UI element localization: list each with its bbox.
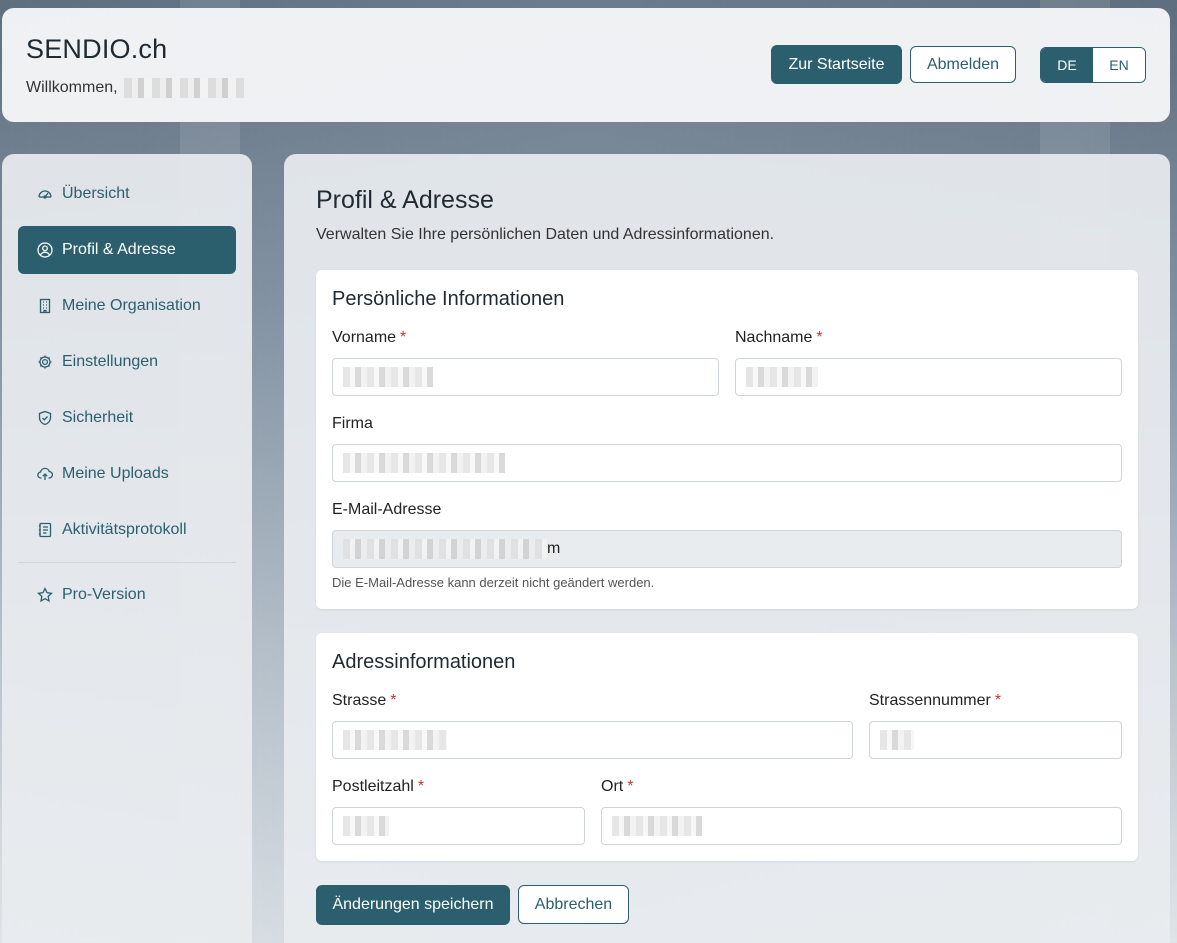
redacted-value bbox=[612, 816, 702, 836]
lang-en-button[interactable]: EN bbox=[1093, 48, 1145, 82]
redacted-value bbox=[343, 367, 433, 387]
ort-label-text: Ort bbox=[601, 778, 624, 795]
sidebar-item-label: Sicherheit bbox=[62, 409, 134, 426]
home-button[interactable]: Zur Startseite bbox=[771, 45, 902, 84]
required-marker: * bbox=[417, 778, 425, 795]
sidebar-item-label: Meine Uploads bbox=[62, 465, 169, 482]
sidebar-item-label: Übersicht bbox=[62, 185, 130, 202]
ort-label: Ort * bbox=[601, 778, 633, 796]
sidebar-item-label: Aktivitätsprotokoll bbox=[62, 521, 187, 538]
page-subtitle: Verwalten Sie Ihre persönlichen Daten un… bbox=[316, 226, 775, 243]
lang-de-button[interactable]: DE bbox=[1041, 48, 1093, 82]
personal-info-card: Persönliche Informationen Vorname * Nachn… bbox=[316, 270, 1138, 609]
email-suffix: m bbox=[547, 540, 561, 557]
journal-icon bbox=[36, 521, 54, 539]
cancel-button[interactable]: Abbrechen bbox=[518, 885, 629, 924]
page-title: Profil & Adresse bbox=[316, 186, 494, 214]
sidebar-item-uploads[interactable]: Meine Uploads bbox=[18, 450, 236, 498]
sidebar-divider bbox=[18, 562, 236, 563]
required-marker: * bbox=[400, 329, 407, 346]
welcome-label: Willkommen, bbox=[26, 79, 118, 96]
address-info-title: Adressinformationen bbox=[332, 651, 516, 673]
strassennummer-input[interactable] bbox=[869, 721, 1122, 759]
user-circle-icon bbox=[36, 241, 54, 259]
redacted-value bbox=[343, 539, 547, 559]
brand-title[interactable]: SENDIO.ch bbox=[26, 34, 167, 65]
sidebar-item-sicherheit[interactable]: Sicherheit bbox=[18, 394, 236, 442]
nachname-input[interactable] bbox=[735, 358, 1122, 396]
email-hint: Die E-Mail-Adresse kann derzeit nicht ge… bbox=[332, 575, 655, 590]
required-marker: * bbox=[627, 778, 634, 795]
sidebar: Übersicht Profil & Adresse Meine Organis… bbox=[2, 154, 252, 943]
redacted-username bbox=[123, 78, 244, 98]
language-switcher: DE EN bbox=[1040, 47, 1146, 83]
redacted-value bbox=[746, 367, 818, 387]
postleitzahl-label-text: Postleitzahl bbox=[332, 778, 414, 795]
email-input[interactable]: m bbox=[332, 530, 1122, 568]
vorname-label: Vorname * bbox=[332, 329, 406, 347]
strasse-label-text: Strasse bbox=[332, 692, 387, 709]
nachname-label-text: Nachname bbox=[735, 329, 813, 346]
cloud-upload-icon bbox=[36, 465, 54, 483]
redacted-value bbox=[880, 730, 914, 750]
sidebar-item-profil[interactable]: Profil & Adresse bbox=[18, 226, 236, 274]
personal-info-title: Persönliche Informationen bbox=[332, 288, 565, 310]
sidebar-item-einstellungen[interactable]: Einstellungen bbox=[18, 338, 236, 386]
required-marker: * bbox=[994, 692, 1002, 709]
gauge-icon bbox=[36, 185, 54, 203]
sidebar-item-uebersicht[interactable]: Übersicht bbox=[18, 170, 236, 218]
redacted-value bbox=[343, 730, 447, 750]
building-icon bbox=[36, 297, 54, 315]
save-button[interactable]: Änderungen speichern bbox=[316, 885, 510, 925]
email-label: E-Mail-Adresse bbox=[332, 501, 442, 518]
strassennummer-label: Strassennummer * bbox=[869, 692, 1001, 710]
shield-icon bbox=[36, 409, 54, 427]
vorname-input[interactable] bbox=[332, 358, 719, 396]
firma-label: Firma bbox=[332, 415, 373, 432]
sidebar-item-label: Profil & Adresse bbox=[62, 241, 176, 258]
top-bar: SENDIO.ch Willkommen, Zur Startseite Abm… bbox=[2, 8, 1170, 122]
vorname-label-text: Vorname bbox=[332, 329, 397, 346]
welcome-text: Willkommen, bbox=[26, 78, 244, 98]
sidebar-item-label: Meine Organisation bbox=[62, 297, 201, 314]
sidebar-item-aktivitaetsprotokoll[interactable]: Aktivitätsprotokoll bbox=[18, 506, 236, 554]
redacted-value bbox=[343, 816, 389, 836]
gear-icon bbox=[36, 353, 54, 371]
nachname-label: Nachname * bbox=[735, 329, 823, 347]
main-content: Profil & Adresse Verwalten Sie Ihre pers… bbox=[284, 154, 1170, 943]
sidebar-item-organisation[interactable]: Meine Organisation bbox=[18, 282, 236, 330]
strasse-input[interactable] bbox=[332, 721, 853, 759]
strassennummer-label-text: Strassennummer bbox=[869, 692, 991, 709]
address-info-card: Adressinformationen Strasse * Strassennum… bbox=[316, 633, 1138, 861]
star-icon bbox=[36, 586, 54, 604]
sidebar-item-pro-version[interactable]: Pro-Version bbox=[18, 571, 236, 619]
redacted-value bbox=[343, 453, 505, 473]
required-marker: * bbox=[816, 329, 823, 346]
sidebar-item-label: Pro-Version bbox=[62, 586, 146, 603]
postleitzahl-input[interactable] bbox=[332, 807, 585, 845]
required-marker: * bbox=[390, 692, 397, 709]
ort-input[interactable] bbox=[601, 807, 1122, 845]
firma-input[interactable] bbox=[332, 444, 1122, 482]
logout-button[interactable]: Abmelden bbox=[910, 46, 1016, 83]
strasse-label: Strasse * bbox=[332, 692, 396, 710]
postleitzahl-label: Postleitzahl * bbox=[332, 778, 424, 796]
sidebar-item-label: Einstellungen bbox=[62, 353, 159, 370]
